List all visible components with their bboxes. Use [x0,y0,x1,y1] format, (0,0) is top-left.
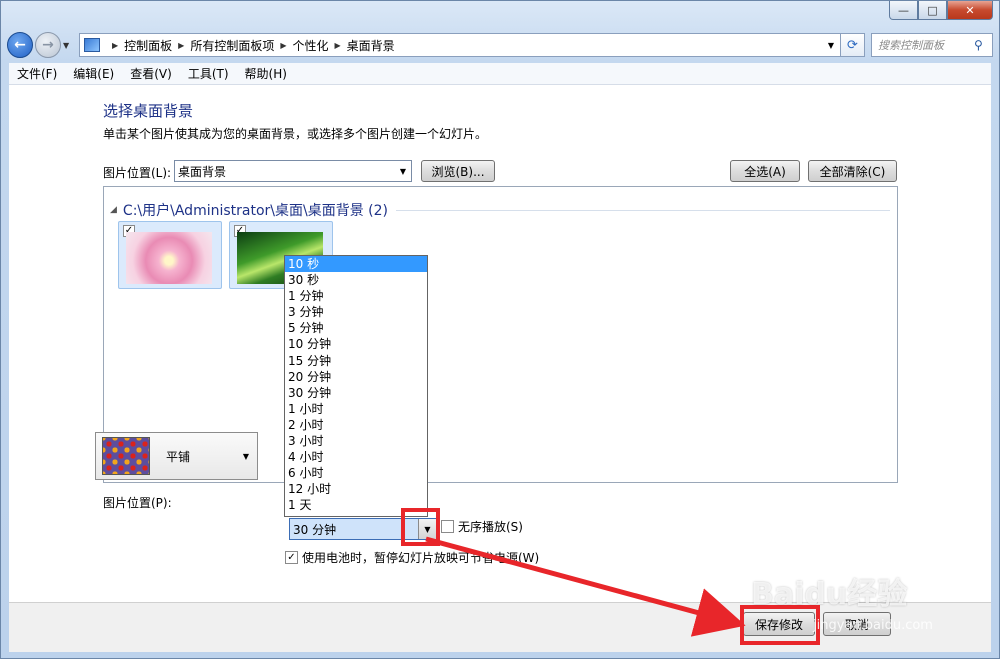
baidu-watermark-url: jingyan.baidu.com [813,618,933,633]
baidu-watermark: Baidu经验 [751,577,908,612]
annotation-arrow [425,536,746,637]
window-frame: — □ ✕ ← → ▼ ▶ 控制面板 ▶ 所有控制面板项 ▶ 个性化 ▶ 桌面背… [0,0,1000,659]
